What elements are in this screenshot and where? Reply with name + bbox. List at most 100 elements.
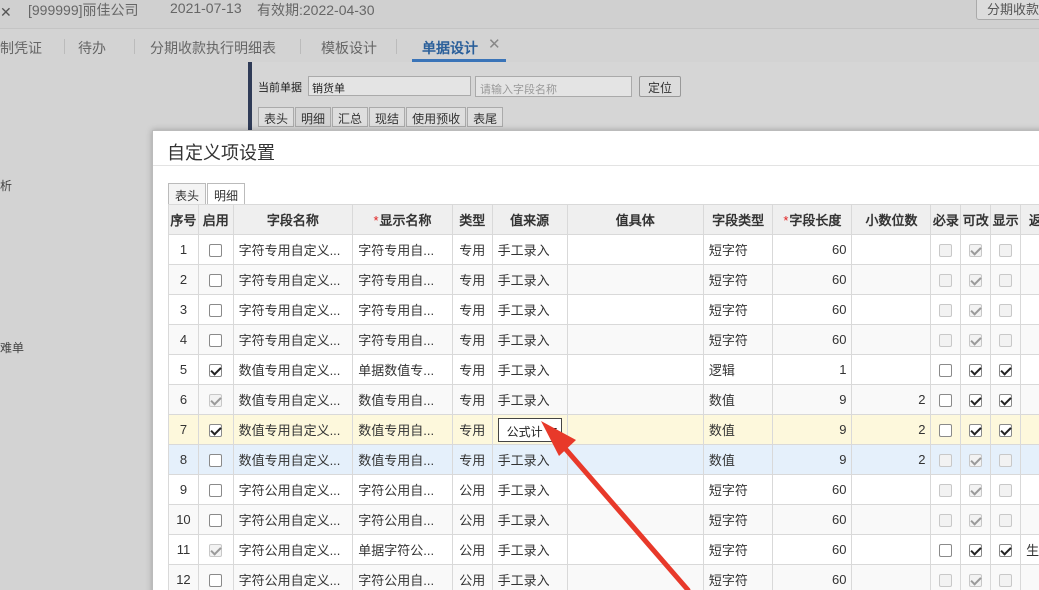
value-source-cell[interactable]: 公式计	[491, 414, 568, 445]
display-name-cell[interactable]: 字符专用自...	[352, 324, 453, 355]
value-source-cell[interactable]: 手工录入	[491, 474, 568, 505]
visible-cell[interactable]	[990, 474, 1022, 505]
table-row[interactable]: 7 数值专用自定义... 数值专用自... 专用 公式计 数值 9 2	[168, 414, 1039, 445]
table-row[interactable]: 3 字符专用自定义... 字符专用自... 专用 手工录入 短字符 60	[168, 294, 1039, 325]
table-row[interactable]: 4 字符专用自定义... 字符专用自... 专用 手工录入 短字符 60	[168, 324, 1039, 355]
value-source-cell[interactable]: 手工录入	[491, 234, 568, 265]
table-row[interactable]: 2 字符专用自定义... 字符专用自... 专用 手工录入 短字符 60	[168, 264, 1039, 295]
decimals-cell[interactable]	[851, 534, 932, 565]
table-row[interactable]: 9 字符公用自定义... 字符公用自... 公用 手工录入 短字符 60	[168, 474, 1039, 505]
visible-cell[interactable]	[990, 294, 1022, 325]
close-icon[interactable]: ✕	[488, 35, 501, 53]
value-source-cell[interactable]: 手工录入	[491, 324, 568, 355]
checkbox[interactable]	[209, 574, 223, 588]
checkbox[interactable]	[939, 364, 953, 378]
enabled-cell[interactable]	[197, 234, 234, 265]
tab-use-prepay[interactable]: 使用预收	[406, 107, 467, 127]
visible-cell[interactable]	[990, 264, 1022, 295]
table-row[interactable]: 11 字符公用自定义... 单据字符公... 公用 手工录入 短字符 60 生	[168, 534, 1039, 565]
editable-cell[interactable]	[960, 474, 992, 505]
editable-cell[interactable]	[960, 414, 992, 445]
checkbox[interactable]	[939, 394, 953, 408]
display-name-cell[interactable]: 字符公用自...	[352, 504, 453, 535]
value-detail-cell[interactable]	[566, 564, 704, 590]
enabled-cell[interactable]	[197, 564, 234, 590]
required-cell[interactable]	[930, 564, 962, 590]
tab-voucher[interactable]: 制凭证	[0, 38, 42, 58]
display-name-cell[interactable]: 字符公用自...	[352, 564, 453, 590]
visible-cell[interactable]	[990, 234, 1022, 265]
tab-header[interactable]: 表头	[258, 107, 295, 127]
enabled-cell[interactable]	[197, 534, 234, 565]
tab-footer[interactable]: 表尾	[467, 107, 504, 127]
value-source-cell[interactable]: 手工录入	[491, 294, 568, 325]
checkbox[interactable]	[969, 544, 983, 558]
enabled-cell[interactable]	[197, 384, 234, 415]
dialog-tab-header[interactable]: 表头	[168, 183, 207, 204]
value-source-cell[interactable]: 手工录入	[491, 384, 568, 415]
display-name-cell[interactable]: 数值专用自...	[352, 444, 453, 475]
field-length-cell[interactable]: 1	[772, 354, 853, 385]
decimals-cell[interactable]: 2	[851, 384, 932, 415]
field-length-cell[interactable]: 60	[772, 564, 853, 590]
checkbox[interactable]	[999, 424, 1013, 438]
sidebar-item[interactable]: 析	[0, 177, 12, 194]
checkbox[interactable]	[209, 364, 223, 378]
editable-cell[interactable]	[960, 234, 992, 265]
field-length-cell[interactable]: 9	[772, 384, 853, 415]
checkbox[interactable]	[209, 274, 223, 288]
field-length-cell[interactable]: 60	[772, 324, 853, 355]
field-length-cell[interactable]: 60	[772, 504, 853, 535]
editable-cell[interactable]	[960, 384, 992, 415]
value-detail-cell[interactable]	[566, 324, 704, 355]
field-length-cell[interactable]: 60	[772, 264, 853, 295]
checkbox[interactable]	[939, 424, 953, 438]
value-detail-cell[interactable]	[566, 534, 704, 565]
decimals-cell[interactable]	[851, 294, 932, 325]
visible-cell[interactable]	[990, 354, 1022, 385]
editable-cell[interactable]	[960, 324, 992, 355]
required-cell[interactable]	[930, 504, 962, 535]
decimals-cell[interactable]	[851, 474, 932, 505]
visible-cell[interactable]	[990, 534, 1022, 565]
decimals-cell[interactable]	[851, 324, 932, 355]
decimals-cell[interactable]	[851, 234, 932, 265]
display-name-cell[interactable]: 字符专用自...	[352, 234, 453, 265]
value-source-select[interactable]: 公式计	[497, 417, 562, 442]
editable-cell[interactable]	[960, 564, 992, 590]
value-source-cell[interactable]: 手工录入	[491, 534, 568, 565]
table-row[interactable]: 8 数值专用自定义... 数值专用自... 专用 手工录入 数值 9 2	[168, 444, 1039, 475]
checkbox[interactable]	[209, 304, 223, 318]
value-detail-cell[interactable]	[566, 414, 704, 445]
visible-cell[interactable]	[990, 324, 1022, 355]
field-length-cell[interactable]: 60	[772, 534, 853, 565]
enabled-cell[interactable]	[197, 264, 234, 295]
visible-cell[interactable]	[990, 414, 1022, 445]
decimals-cell[interactable]	[851, 504, 932, 535]
value-source-cell[interactable]: 手工录入	[491, 504, 568, 535]
enabled-cell[interactable]	[197, 354, 234, 385]
checkbox[interactable]	[969, 394, 983, 408]
value-detail-cell[interactable]	[566, 444, 704, 475]
field-length-cell[interactable]: 9	[772, 444, 853, 475]
required-cell[interactable]	[930, 414, 962, 445]
sidebar-item[interactable]: 难单	[0, 339, 24, 356]
checkbox[interactable]	[209, 454, 223, 468]
required-cell[interactable]	[930, 534, 962, 565]
visible-cell[interactable]	[990, 504, 1022, 535]
editable-cell[interactable]	[960, 504, 992, 535]
enabled-cell[interactable]	[197, 474, 234, 505]
tab-summary[interactable]: 汇总	[332, 107, 369, 127]
enabled-cell[interactable]	[197, 504, 234, 535]
required-cell[interactable]	[930, 474, 962, 505]
tab-template-design[interactable]: 模板设计	[321, 38, 377, 58]
editable-cell[interactable]	[960, 534, 992, 565]
table-row[interactable]: 12 字符公用自定义... 字符公用自... 公用 手工录入 短字符 60	[168, 564, 1039, 590]
checkbox[interactable]	[999, 394, 1013, 408]
enabled-cell[interactable]	[197, 324, 234, 355]
visible-cell[interactable]	[990, 384, 1022, 415]
installment-button[interactable]: 分期收款	[976, 0, 1039, 20]
display-name-cell[interactable]: 字符专用自...	[352, 264, 453, 295]
display-name-cell[interactable]: 字符公用自...	[352, 474, 453, 505]
field-length-cell[interactable]: 60	[772, 474, 853, 505]
